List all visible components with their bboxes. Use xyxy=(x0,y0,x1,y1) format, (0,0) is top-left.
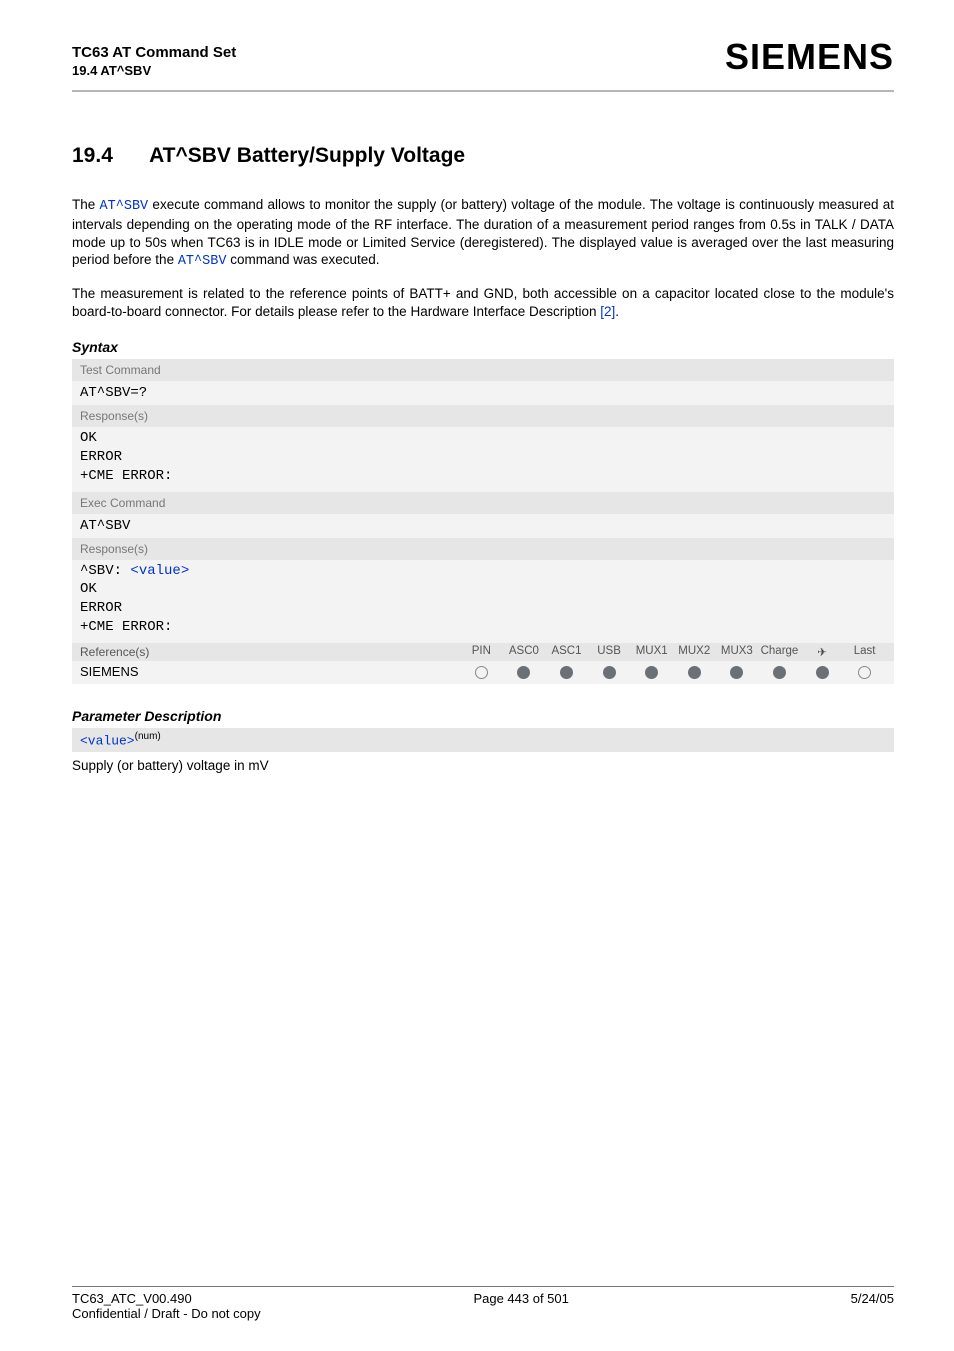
para2-text-b: . xyxy=(615,304,619,319)
col-mux2: MUX2 xyxy=(673,645,716,659)
references-value: SIEMENS xyxy=(80,664,460,679)
col-mux3: MUX3 xyxy=(716,645,759,659)
dot-asc0 xyxy=(503,664,546,679)
value-placeholder-link[interactable]: <value> xyxy=(130,563,189,579)
test-command-code: AT^SBV=? xyxy=(72,381,894,405)
siemens-logo: SIEMENS xyxy=(725,36,894,78)
exec-command-code: AT^SBV xyxy=(72,514,894,538)
airplane-icon: ✈ xyxy=(801,645,844,659)
reference-header-row: Reference(s) PIN ASC0 ASC1 USB MUX1 MUX2… xyxy=(72,643,894,661)
section-heading: 19.4 AT^SBV Battery/Supply Voltage xyxy=(72,144,894,168)
exec-command-label: Exec Command xyxy=(72,492,894,514)
col-charge: Charge xyxy=(758,645,801,659)
col-pin: PIN xyxy=(460,645,503,659)
footer-left: TC63_ATC_V00.490 xyxy=(72,1291,192,1306)
footer-left-line2: Confidential / Draft - Do not copy xyxy=(72,1306,894,1321)
test-command-label: Test Command xyxy=(72,359,894,381)
parameter-description-heading: Parameter Description xyxy=(72,708,894,724)
header-left-block: TC63 AT Command Set 19.4 AT^SBV xyxy=(72,44,236,78)
col-asc0: ASC0 xyxy=(503,645,546,659)
section-title: AT^SBV Battery/Supply Voltage xyxy=(149,144,465,167)
dot-mux3 xyxy=(716,664,759,679)
footer-divider xyxy=(72,1286,894,1287)
dot-mux2 xyxy=(673,664,716,679)
dot-pin xyxy=(460,664,503,679)
exec-resp-post: OK ERROR +CME ERROR: xyxy=(80,581,172,635)
para2-text-a: The measurement is related to the refere… xyxy=(72,286,894,319)
dot-asc1 xyxy=(545,664,588,679)
dot-last xyxy=(843,664,886,679)
atsbv-link-2[interactable]: AT^SBV xyxy=(178,254,227,269)
exec-response-label: Response(s) xyxy=(72,538,894,560)
doc-subtitle: 19.4 AT^SBV xyxy=(72,63,236,78)
reference-link-2[interactable]: [2] xyxy=(600,304,615,319)
test-response-body: OK ERROR +CME ERROR: xyxy=(72,427,894,492)
col-last: Last xyxy=(843,645,886,659)
param-description-text: Supply (or battery) voltage in mV xyxy=(72,758,894,773)
dot-usb xyxy=(588,664,631,679)
footer-center: Page 443 of 501 xyxy=(473,1291,568,1306)
dot-mux1 xyxy=(630,664,673,679)
availability-columns-header: PIN ASC0 ASC1 USB MUX1 MUX2 MUX3 Charge … xyxy=(460,645,886,659)
dot-airplane xyxy=(801,664,844,679)
test-response-label: Response(s) xyxy=(72,405,894,427)
para1-text-a: The xyxy=(72,197,100,212)
availability-dots xyxy=(460,664,886,679)
col-mux1: MUX1 xyxy=(630,645,673,659)
param-name-value[interactable]: <value> xyxy=(80,734,135,749)
references-label: Reference(s) xyxy=(80,645,460,659)
section-number: 19.4 xyxy=(72,144,144,168)
doc-title: TC63 AT Command Set xyxy=(72,44,236,61)
footer-right: 5/24/05 xyxy=(851,1291,894,1306)
exec-resp-pre: ^SBV: xyxy=(80,563,130,579)
syntax-table: Test Command AT^SBV=? Response(s) OK ERR… xyxy=(72,359,894,684)
exec-response-body: ^SBV: <value> OK ERROR +CME ERROR: xyxy=(72,560,894,644)
para1-text-c: command was executed. xyxy=(226,252,379,267)
page-footer: TC63_ATC_V00.490 Page 443 of 501 5/24/05… xyxy=(72,1286,894,1321)
parameter-name-row: <value>(num) xyxy=(72,728,894,751)
paragraph-2: The measurement is related to the refere… xyxy=(72,285,894,321)
header-divider xyxy=(72,90,894,92)
col-usb: USB xyxy=(588,645,631,659)
reference-data-row: SIEMENS xyxy=(72,661,894,684)
atsbv-link-1[interactable]: AT^SBV xyxy=(100,199,149,214)
col-asc1: ASC1 xyxy=(545,645,588,659)
paragraph-1: The AT^SBV execute command allows to mon… xyxy=(72,196,894,271)
page-header: TC63 AT Command Set 19.4 AT^SBV SIEMENS xyxy=(72,36,894,78)
syntax-heading: Syntax xyxy=(72,339,894,355)
param-superscript: (num) xyxy=(135,731,161,742)
dot-charge xyxy=(758,664,801,679)
